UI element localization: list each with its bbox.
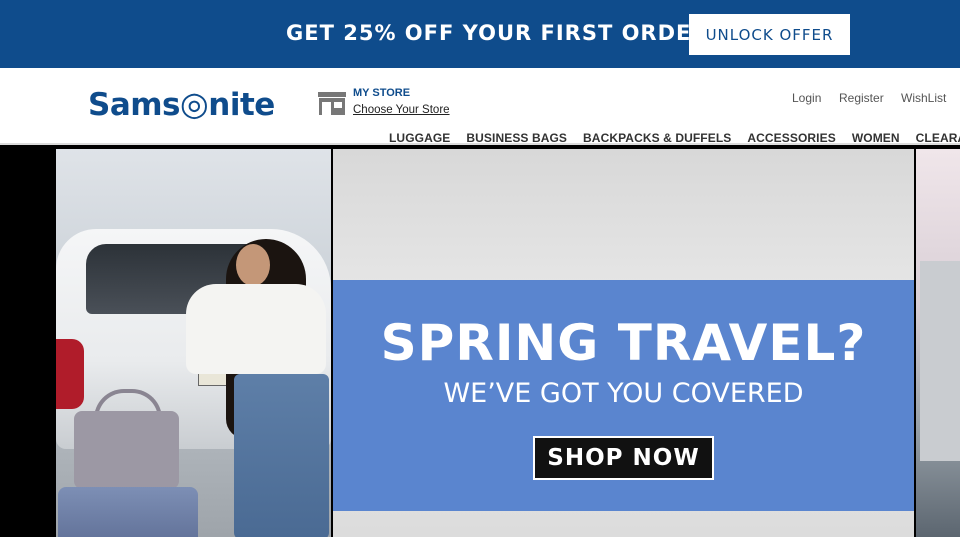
wishlist-link[interactable]: WishList	[901, 91, 946, 105]
logo-text-right: nite	[208, 87, 275, 123]
nav-item-business-bags[interactable]: BUSINESS BAGS	[466, 131, 567, 143]
nav-item-backpacks-duffels[interactable]: BACKPACKS & DUFFELS	[583, 131, 731, 143]
hero-photo-woman-luggage[interactable]	[56, 149, 331, 537]
unlock-offer-button[interactable]: UNLOCK OFFER	[689, 14, 850, 55]
main-nav: LUGGAGE BUSINESS BAGS BACKPACKS & DUFFELS A…	[389, 127, 960, 143]
logo-swirl-icon: ◎	[180, 84, 209, 123]
nav-item-accessories[interactable]: ACCESSORIES	[747, 131, 835, 143]
login-link[interactable]: Login	[792, 91, 821, 105]
person-face-shape	[236, 244, 270, 286]
nav-item-women[interactable]: WOMEN	[852, 131, 900, 143]
site-header: Sams◎nite MY STORE Choose Your Store Log…	[0, 68, 960, 145]
samsonite-logo[interactable]: Sams◎nite	[88, 84, 275, 123]
hero-headline: SPRING TRAVEL?	[380, 314, 867, 372]
promo-banner: GET 25% OFF YOUR FIRST ORDER UNLOCK OFFE…	[0, 0, 960, 68]
choose-store-link[interactable]: Choose Your Store	[353, 104, 450, 116]
promo-text: GET 25% OFF YOUR FIRST ORDER	[286, 21, 709, 45]
nav-item-luggage[interactable]: LUGGAGE	[389, 131, 450, 143]
spring-travel-panel: SPRING TRAVEL? WE’VE GOT YOU COVERED SHO…	[333, 280, 914, 511]
my-store-label: MY STORE	[353, 87, 411, 99]
suitcase-shape	[58, 487, 198, 537]
person-jeans-shape	[234, 374, 329, 537]
person-top-shape	[186, 284, 326, 374]
hero-photo-city[interactable]	[916, 149, 960, 537]
store-icon[interactable]	[317, 90, 347, 116]
register-link[interactable]: Register	[839, 91, 884, 105]
nav-item-clearance[interactable]: CLEARANCE	[916, 131, 960, 143]
hero-subheadline: WE’VE GOT YOU COVERED	[443, 378, 804, 409]
tail-light-shape	[56, 339, 84, 409]
building-shape	[920, 261, 960, 461]
handbag-shape	[74, 411, 179, 489]
logo-text-left: Sams	[88, 87, 181, 123]
shop-now-button[interactable]: SHOP NOW	[533, 436, 714, 480]
hero-carousel[interactable]: SPRING TRAVEL? WE’VE GOT YOU COVERED SHO…	[0, 145, 960, 537]
